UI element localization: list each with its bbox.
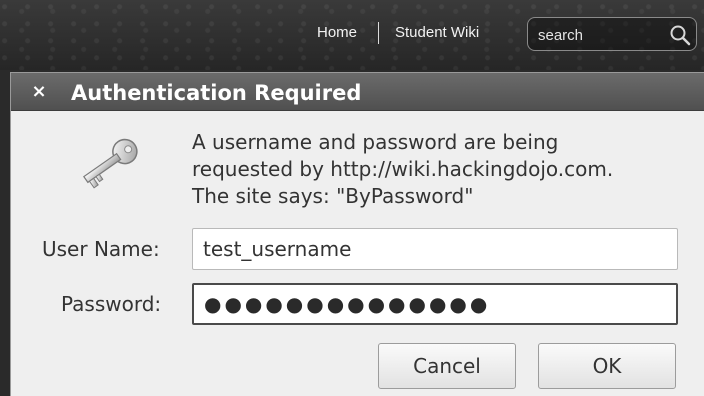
password-label: Password: [61, 292, 162, 316]
nav-separator [378, 22, 379, 44]
nav-student-wiki-link[interactable]: Student Wiki [395, 24, 479, 41]
search-input[interactable] [538, 25, 658, 45]
username-label: User Name: [42, 237, 160, 261]
ok-button[interactable]: OK [538, 343, 676, 389]
search-icon[interactable] [668, 23, 692, 47]
password-field[interactable]: ●●●●●●●●●●●●●● [192, 283, 678, 325]
close-button[interactable]: × [27, 79, 51, 105]
message-line: requested by http://wiki.hackingdojo.com… [192, 157, 614, 181]
username-field[interactable] [192, 228, 678, 270]
authentication-dialog: × Authentication Required A username and… [10, 72, 704, 396]
search-box [527, 17, 697, 51]
key-icon [83, 138, 138, 189]
dialog-titlebar: × Authentication Required [11, 73, 704, 111]
dialog-title: Authentication Required [71, 81, 362, 105]
site-header: Home Student Wiki [0, 0, 704, 70]
message-line: The site says: "ByPassword" [192, 184, 474, 208]
nav-home-link[interactable]: Home [317, 24, 357, 41]
message-line: A username and password are being [192, 130, 559, 154]
cancel-button[interactable]: Cancel [378, 343, 516, 389]
dialog-message: A username and password are being reques… [192, 129, 692, 210]
